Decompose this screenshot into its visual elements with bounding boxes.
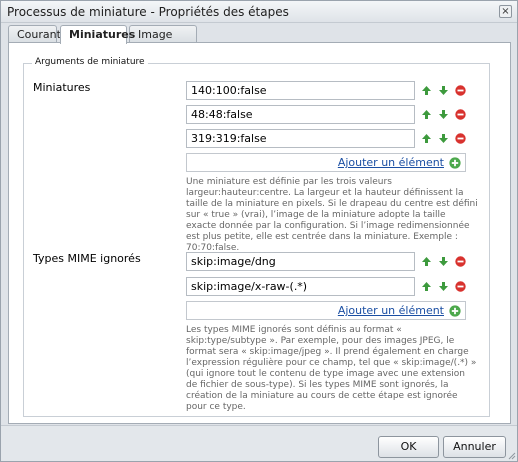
arrow-up-icon[interactable] — [421, 281, 432, 292]
thumbnails-help-text: Une miniature est définie par les trois … — [186, 177, 478, 253]
tab-panel-miniatures: Arguments de miniature Miniatures 140:10… — [8, 42, 511, 424]
arrow-down-icon[interactable] — [438, 281, 449, 292]
arrow-down-icon[interactable] — [438, 256, 449, 267]
thumbnail-value-field[interactable]: 319:319:false — [186, 129, 415, 148]
dialog-title: Processus de miniature - Propriétés des … — [7, 5, 289, 19]
remove-icon[interactable] — [455, 256, 466, 267]
add-icon[interactable] — [449, 157, 461, 169]
arrow-down-icon[interactable] — [438, 85, 449, 96]
remove-icon[interactable] — [455, 281, 466, 292]
close-button[interactable]: × — [499, 5, 512, 18]
arrow-up-icon[interactable] — [421, 133, 432, 144]
add-mime-link[interactable]: Ajouter un élément — [338, 304, 444, 317]
add-thumbnail-link[interactable]: Ajouter un élément — [338, 156, 444, 169]
thumbnail-value-field[interactable]: 140:100:false — [186, 81, 415, 100]
resize-grip-icon[interactable] — [508, 452, 516, 460]
dialog-footer: OK Annuler — [1, 425, 517, 461]
arrow-down-icon[interactable] — [438, 133, 449, 144]
tab-bar: Courant Miniatures Image Web — [8, 25, 511, 54]
arrow-up-icon[interactable] — [421, 109, 432, 120]
thumbnail-value-field[interactable]: 48:48:false — [186, 105, 415, 124]
add-thumbnail-row: Ajouter un élément — [186, 153, 466, 172]
remove-icon[interactable] — [455, 133, 466, 144]
remove-icon[interactable] — [455, 85, 466, 96]
thumbnail-arguments-fieldset: Arguments de miniature Miniatures 140:10… — [23, 57, 490, 417]
arrow-up-icon[interactable] — [421, 256, 432, 267]
arrow-down-icon[interactable] — [438, 109, 449, 120]
cancel-button[interactable]: Annuler — [443, 436, 506, 458]
add-icon[interactable] — [449, 305, 461, 317]
tab-miniatures[interactable]: Miniatures — [60, 25, 135, 44]
fieldset-legend: Arguments de miniature — [32, 57, 148, 67]
tab-image-web[interactable]: Image Web — [129, 25, 197, 54]
thumbnail-process-dialog: Processus de miniature - Propriétés des … — [0, 0, 518, 462]
tab-courant[interactable]: Courant — [8, 25, 61, 43]
thumbnails-label: Miniatures — [33, 81, 91, 94]
mime-types-label: Types MIME ignorés — [33, 252, 141, 265]
title-bar[interactable]: Processus de miniature - Propriétés des … — [1, 1, 517, 23]
remove-icon[interactable] — [455, 109, 466, 120]
mime-value-field[interactable]: skip:image/dng — [186, 252, 415, 271]
arrow-up-icon[interactable] — [421, 85, 432, 96]
close-icon: × — [501, 6, 510, 17]
add-mime-row: Ajouter un élément — [186, 301, 466, 320]
mime-types-help-text: Les types MIME ignorés sont définis au f… — [186, 325, 477, 412]
mime-value-field[interactable]: skip:image/x-raw-(.*) — [186, 277, 415, 296]
ok-button[interactable]: OK — [378, 436, 439, 458]
